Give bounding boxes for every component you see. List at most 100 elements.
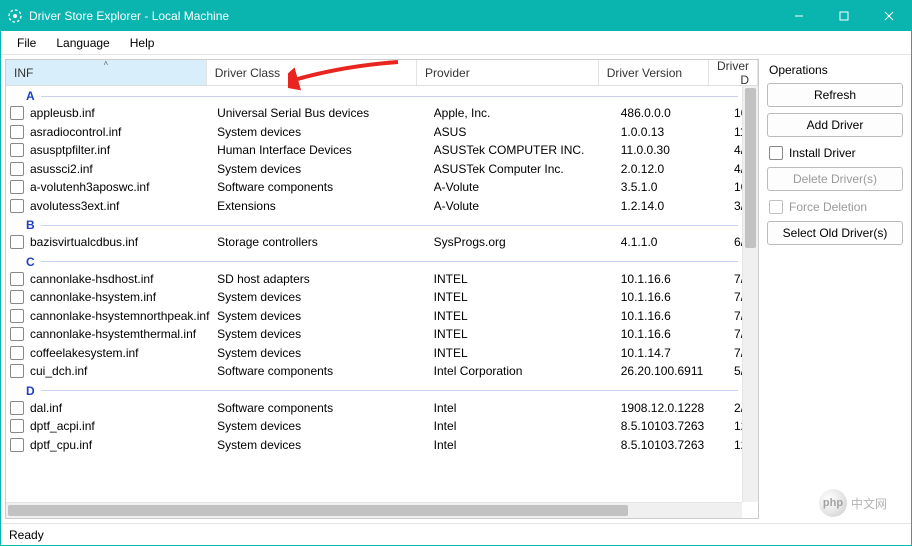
table-row[interactable]: cui_dch.infSoftware componentsIntel Corp… <box>6 362 742 381</box>
table-row[interactable]: bazisvirtualcdbus.infStorage controllers… <box>6 233 742 252</box>
content-area: ˄ INF Driver Class Provider Driver Versi… <box>1 55 911 523</box>
watermark: php 中文网 <box>819 489 887 517</box>
row-checkbox[interactable] <box>10 162 24 176</box>
select-old-drivers-button[interactable]: Select Old Driver(s) <box>767 221 903 245</box>
group-divider <box>41 261 738 262</box>
group-header[interactable]: C <box>6 252 742 270</box>
horizontal-scrollbar-thumb[interactable] <box>8 505 628 516</box>
cell-provider: ASUS <box>434 125 621 139</box>
cell-class: Software components <box>217 401 434 415</box>
column-header-date[interactable]: Driver D <box>709 60 758 85</box>
cell-inf: a-volutenh3aposwc.inf <box>30 180 217 194</box>
delete-drivers-button: Delete Driver(s) <box>767 167 903 191</box>
group-letter: B <box>26 218 35 232</box>
window-title: Driver Store Explorer - Local Machine <box>29 9 229 23</box>
row-checkbox[interactable] <box>10 438 24 452</box>
cell-version: 1.0.0.13 <box>621 125 734 139</box>
row-checkbox[interactable] <box>10 419 24 433</box>
cell-class: Storage controllers <box>217 235 434 249</box>
group-letter: D <box>26 384 35 398</box>
vertical-scrollbar[interactable] <box>742 86 758 502</box>
cell-provider: A-Volute <box>434 199 621 213</box>
cell-date: 6/2/2 <box>734 235 742 249</box>
cell-date: 2/19/2 <box>734 401 742 415</box>
table-row[interactable]: avolutess3ext.infExtensionsA-Volute1.2.1… <box>6 197 742 216</box>
cell-date: 7/18/1 <box>734 309 742 323</box>
menubar: File Language Help <box>1 31 911 55</box>
menu-language[interactable]: Language <box>46 34 119 52</box>
horizontal-scrollbar[interactable] <box>6 502 742 518</box>
menu-help[interactable]: Help <box>120 34 165 52</box>
minimize-button[interactable] <box>776 1 821 31</box>
cell-provider: Apple, Inc. <box>434 106 621 120</box>
table-row[interactable]: cannonlake-hsystem.infSystem devicesINTE… <box>6 288 742 307</box>
cell-inf: appleusb.inf <box>30 106 217 120</box>
row-checkbox[interactable] <box>10 106 24 120</box>
table-row[interactable]: appleusb.infUniversal Serial Bus devices… <box>6 104 742 123</box>
row-checkbox[interactable] <box>10 327 24 341</box>
group-letter: A <box>26 89 35 103</box>
cell-inf: avolutess3ext.inf <box>30 199 217 213</box>
cell-date: 12/12/2 <box>734 438 742 452</box>
table-row[interactable]: cannonlake-hsdhost.infSD host adaptersIN… <box>6 270 742 289</box>
column-header-version[interactable]: Driver Version <box>599 60 709 85</box>
cell-class: System devices <box>217 309 434 323</box>
row-checkbox[interactable] <box>10 199 24 213</box>
cell-inf: dal.inf <box>30 401 217 415</box>
refresh-button[interactable]: Refresh <box>767 83 903 107</box>
cell-provider: Intel Corporation <box>434 364 621 378</box>
vertical-scrollbar-thumb[interactable] <box>745 88 756 248</box>
menu-file[interactable]: File <box>7 34 46 52</box>
row-checkbox[interactable] <box>10 346 24 360</box>
row-checkbox[interactable] <box>10 364 24 378</box>
refresh-button-label: Refresh <box>814 88 856 102</box>
driver-list-pane: ˄ INF Driver Class Provider Driver Versi… <box>5 59 759 519</box>
group-header[interactable]: D <box>6 381 742 399</box>
table-row[interactable]: dptf_acpi.infSystem devicesIntel8.5.1010… <box>6 417 742 436</box>
group-divider <box>41 390 738 391</box>
table-row[interactable]: cannonlake-hsystemthermal.infSystem devi… <box>6 325 742 344</box>
close-button[interactable] <box>866 1 911 31</box>
table-row[interactable]: asussci2.infSystem devicesASUSTek Comput… <box>6 160 742 179</box>
add-driver-button[interactable]: Add Driver <box>767 113 903 137</box>
row-checkbox[interactable] <box>10 235 24 249</box>
column-header-provider[interactable]: Provider <box>417 60 599 85</box>
table-row[interactable]: cannonlake-hsystemnorthpeak.infSystem de… <box>6 307 742 326</box>
maximize-button[interactable] <box>821 1 866 31</box>
column-header-class[interactable]: Driver Class <box>207 60 417 85</box>
row-checkbox[interactable] <box>10 309 24 323</box>
column-header-inf[interactable]: ˄ INF <box>6 60 207 85</box>
table-row[interactable]: a-volutenh3aposwc.infSoftware components… <box>6 178 742 197</box>
cell-version: 10.1.16.6 <box>621 327 734 341</box>
row-checkbox[interactable] <box>10 180 24 194</box>
app-window: Driver Store Explorer - Local Machine Fi… <box>0 0 912 546</box>
cell-inf: cannonlake-hsdhost.inf <box>30 272 217 286</box>
group-letter: C <box>26 255 35 269</box>
table-row[interactable]: coffeelakesystem.infSystem devicesINTEL1… <box>6 344 742 363</box>
cell-inf: dptf_acpi.inf <box>30 419 217 433</box>
table-row[interactable]: asradiocontrol.infSystem devicesASUS1.0.… <box>6 123 742 142</box>
group-header[interactable]: A <box>6 86 742 104</box>
row-checkbox[interactable] <box>10 290 24 304</box>
group-header[interactable]: B <box>6 215 742 233</box>
row-checkbox[interactable] <box>10 401 24 415</box>
table-row[interactable]: dptf_cpu.infSystem devicesIntel8.5.10103… <box>6 436 742 455</box>
row-checkbox[interactable] <box>10 125 24 139</box>
cell-inf: bazisvirtualcdbus.inf <box>30 235 217 249</box>
cell-version: 1.2.14.0 <box>621 199 734 213</box>
cell-class: System devices <box>217 346 434 360</box>
column-header-inf-label: INF <box>14 66 33 80</box>
add-driver-button-label: Add Driver <box>807 118 864 132</box>
cell-class: Human Interface Devices <box>217 143 434 157</box>
install-driver-checkbox[interactable]: Install Driver <box>767 143 903 163</box>
cell-date: 12/12/2 <box>734 419 742 433</box>
table-row[interactable]: asusptpfilter.infHuman Interface Devices… <box>6 141 742 160</box>
checkbox-icon <box>769 146 783 160</box>
cell-version: 486.0.0.0 <box>621 106 734 120</box>
row-checkbox[interactable] <box>10 143 24 157</box>
force-deletion-checkbox: Force Deletion <box>767 197 903 217</box>
row-checkbox[interactable] <box>10 272 24 286</box>
table-row[interactable]: dal.infSoftware componentsIntel1908.12.0… <box>6 399 742 418</box>
cell-provider: ASUSTek COMPUTER INC. <box>434 143 621 157</box>
cell-version: 11.0.0.30 <box>621 143 734 157</box>
